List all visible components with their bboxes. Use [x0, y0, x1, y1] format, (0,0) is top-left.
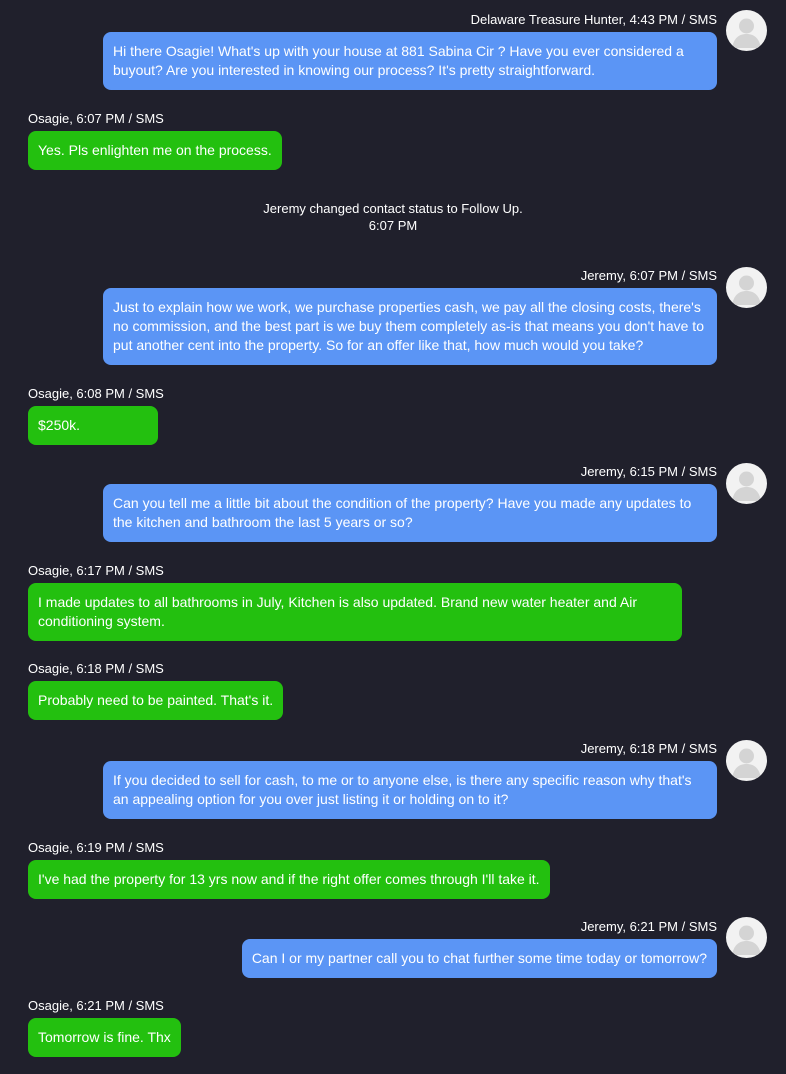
message-meta: Osagie, 6:17 PM / SMS — [28, 563, 164, 578]
message-bubble[interactable]: I've had the property for 13 yrs now and… — [28, 860, 550, 899]
message-bubble[interactable]: Can you tell me a little bit about the c… — [103, 484, 717, 542]
message-bubble[interactable]: Just to explain how we work, we purchase… — [103, 288, 717, 365]
avatar-icon — [726, 740, 767, 781]
message-bubble[interactable]: Yes. Pls enlighten me on the process. — [28, 131, 282, 170]
message-bubble[interactable]: Hi there Osagie! What's up with your hou… — [103, 32, 717, 90]
incoming-message: Osagie, 6:19 PM / SMS I've had the prope… — [28, 840, 558, 899]
avatar-icon — [726, 917, 767, 958]
message-bubble[interactable]: Probably need to be painted. That's it. — [28, 681, 284, 720]
message-meta: Jeremy, 6:07 PM / SMS — [580, 268, 717, 283]
incoming-message: Osagie, 6:18 PM / SMS Probably need to b… — [28, 661, 284, 720]
message-bubble[interactable]: Can I or my partner call you to chat fur… — [241, 939, 717, 978]
message-bubble[interactable]: I made updates to all bathrooms in July,… — [28, 583, 682, 641]
message-meta: Osagie, 6:19 PM / SMS — [28, 840, 164, 855]
message-meta: Jeremy, 6:18 PM / SMS — [580, 741, 717, 756]
outgoing-message: Jeremy, 6:21 PM / SMS Can I or my partne… — [238, 919, 717, 978]
message-meta: Osagie, 6:21 PM / SMS — [28, 998, 164, 1013]
message-meta: Osagie, 6:18 PM / SMS — [28, 661, 164, 676]
outgoing-message: Jeremy, 6:15 PM / SMS Can you tell me a … — [103, 464, 717, 542]
status-change-event: Jeremy changed contact status to Follow … — [0, 200, 786, 234]
message-meta: Jeremy, 6:21 PM / SMS — [580, 919, 717, 934]
status-change-text: Jeremy changed contact status to Follow … — [263, 201, 523, 216]
message-bubble[interactable]: If you decided to sell for cash, to me o… — [103, 761, 717, 819]
message-meta: Osagie, 6:08 PM / SMS — [28, 386, 164, 401]
conversation-thread: Delaware Treasure Hunter, 4:43 PM / SMS … — [0, 0, 786, 1074]
incoming-message: Osagie, 6:21 PM / SMS Tomorrow is fine. … — [28, 998, 181, 1057]
message-meta: Delaware Treasure Hunter, 4:43 PM / SMS — [470, 12, 717, 27]
avatar-icon — [726, 10, 767, 51]
avatar-icon — [726, 267, 767, 308]
incoming-message: Osagie, 6:17 PM / SMS I made updates to … — [28, 563, 682, 641]
avatar-icon — [726, 463, 767, 504]
status-change-time: 6:07 PM — [368, 218, 418, 233]
message-meta: Osagie, 6:07 PM / SMS — [28, 111, 164, 126]
outgoing-message: Jeremy, 6:07 PM / SMS Just to explain ho… — [103, 268, 717, 365]
outgoing-message: Jeremy, 6:18 PM / SMS If you decided to … — [103, 741, 717, 819]
message-bubble[interactable]: Tomorrow is fine. Thx — [28, 1018, 181, 1057]
message-meta: Jeremy, 6:15 PM / SMS — [580, 464, 717, 479]
incoming-message: Osagie, 6:08 PM / SMS $250k. — [28, 386, 164, 445]
incoming-message: Osagie, 6:07 PM / SMS Yes. Pls enlighten… — [28, 111, 282, 170]
message-bubble[interactable]: $250k. — [28, 406, 158, 445]
outgoing-message: Delaware Treasure Hunter, 4:43 PM / SMS … — [103, 12, 717, 90]
